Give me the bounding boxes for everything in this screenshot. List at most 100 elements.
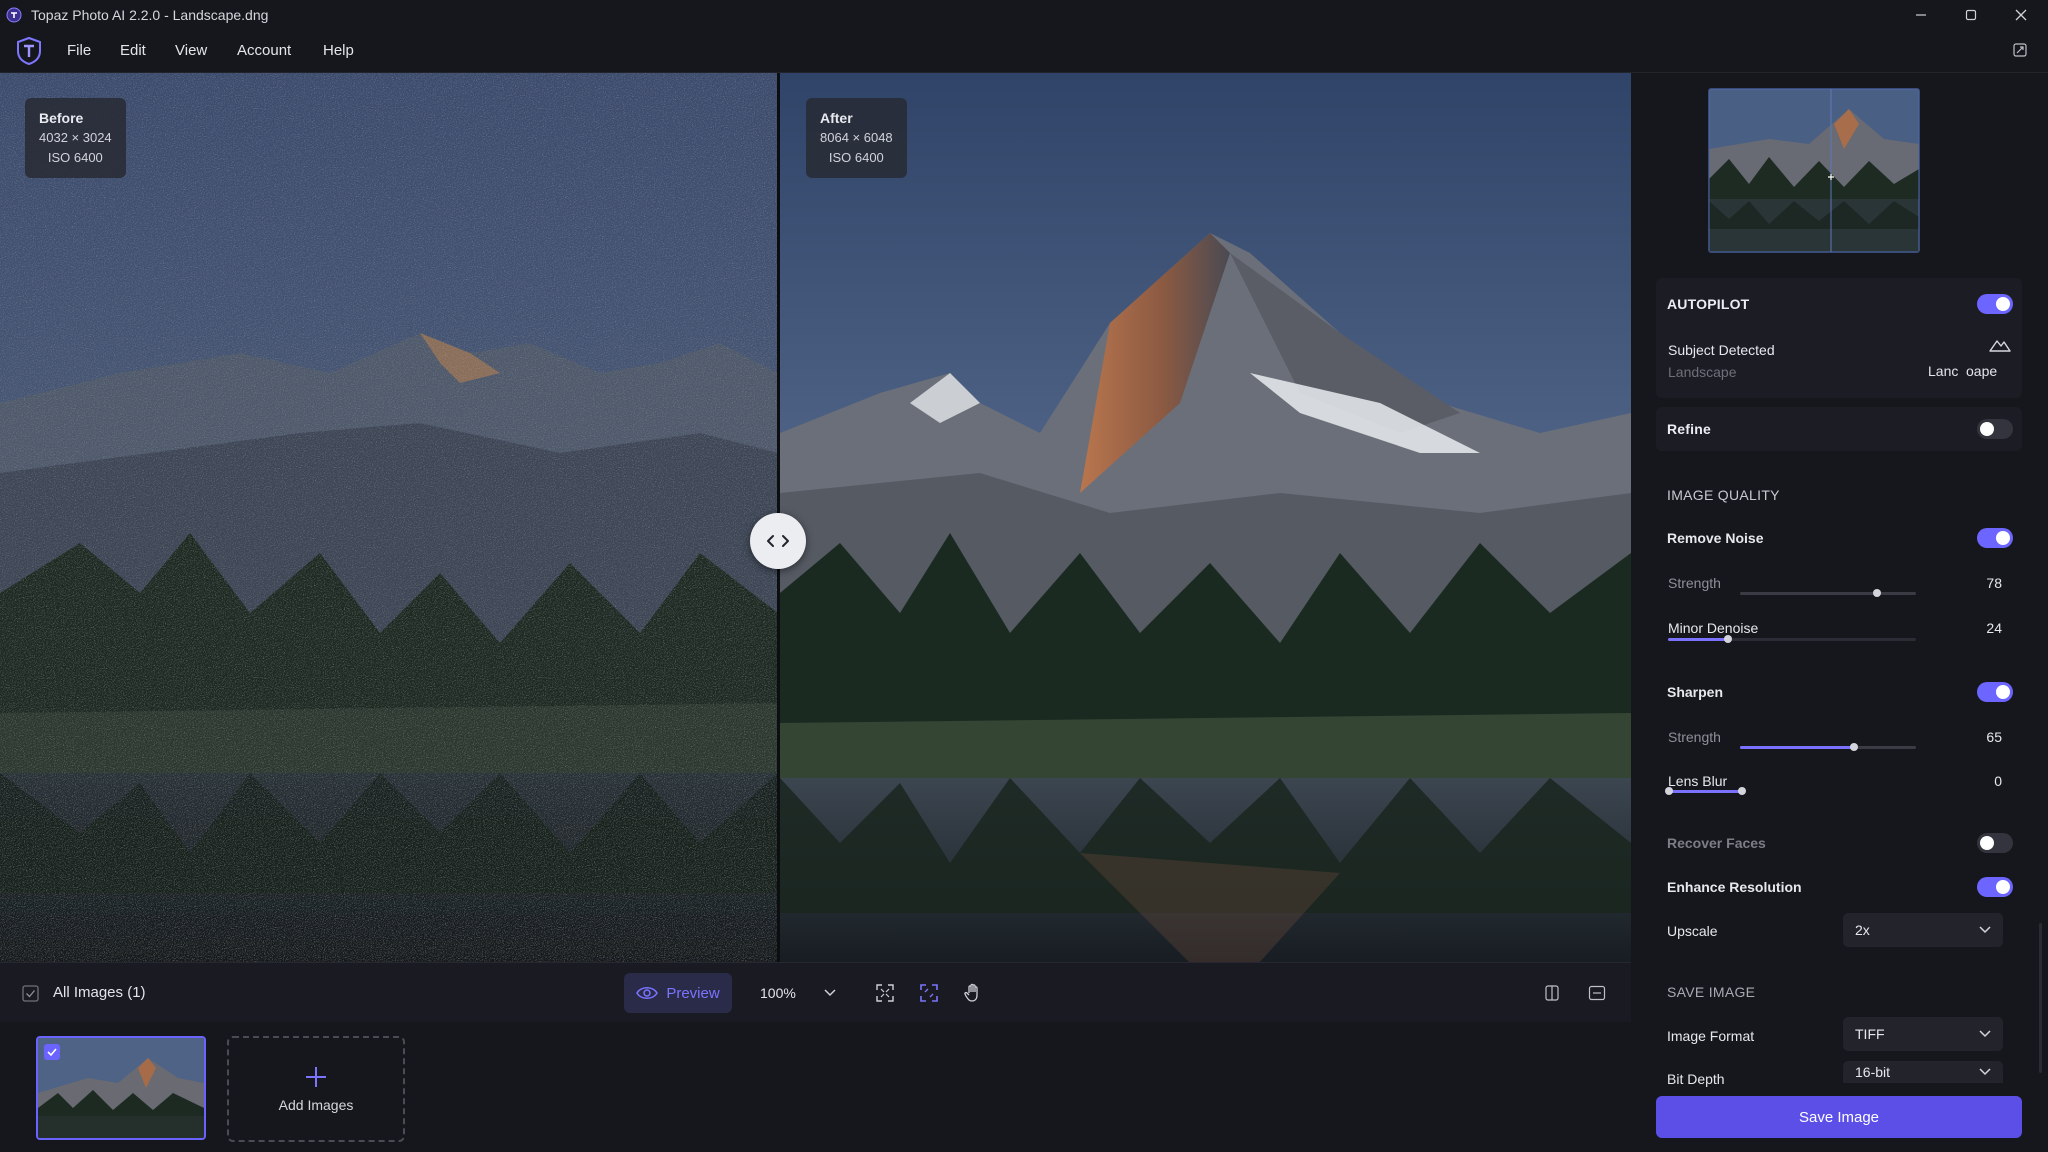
image-format-select[interactable]: TIFF: [1843, 1017, 2003, 1051]
menu-help[interactable]: Help: [323, 42, 354, 59]
sharpen-strength-slider[interactable]: [1740, 743, 1916, 751]
all-images-label[interactable]: All Images (1): [53, 984, 146, 1001]
window-title: Topaz Photo AI 2.2.0 - Landscape.dng: [31, 7, 269, 23]
bit-depth-label: Bit Depth: [1667, 1071, 1725, 1087]
app-icon: [6, 7, 22, 23]
add-images-button[interactable]: Add Images: [227, 1036, 405, 1142]
filmstrip: Add Images: [0, 1022, 1631, 1152]
menu-account[interactable]: Account: [237, 42, 291, 59]
eye-icon: [636, 987, 659, 999]
fit-screen-button[interactable]: [870, 978, 900, 1008]
before-image[interactable]: [0, 73, 778, 962]
after-image[interactable]: [780, 73, 1631, 962]
subject-icon-label-left: Lanc: [1928, 363, 1959, 379]
checkbox-icon[interactable]: [22, 985, 39, 1002]
thumbnail-checkbox[interactable]: [44, 1044, 60, 1060]
minor-denoise-slider[interactable]: [1668, 635, 1916, 643]
lens-blur-label: Lens Blur: [1668, 773, 1728, 789]
before-label: Before 4032 × 3024 ISO 6400: [25, 98, 126, 178]
menu-edit[interactable]: Edit: [120, 42, 146, 59]
split-handle[interactable]: [750, 513, 806, 569]
subject-icon-label-right: oape: [1966, 363, 1998, 379]
compare-button[interactable]: [1537, 978, 1567, 1008]
navigator-image: [1709, 89, 1919, 252]
upscale-label: Upscale: [1667, 923, 1718, 939]
minimize-icon: [1916, 14, 1926, 16]
minor-denoise-value: 24: [1986, 620, 2002, 636]
menu-bar: File Edit View Account Help: [0, 30, 2048, 73]
after-label: After 8064 × 6048 ISO 6400: [806, 98, 907, 178]
close-icon: [2015, 9, 2027, 21]
hand-tool-button[interactable]: [958, 978, 988, 1008]
menu-view[interactable]: View: [175, 42, 207, 59]
save-image-header: SAVE IMAGE: [1667, 984, 1756, 1000]
sharpen-strength-label: Strength: [1668, 729, 1721, 745]
maximize-button[interactable]: [1948, 3, 1994, 27]
chevron-down-icon: [1979, 1068, 1991, 1076]
enhance-resolution-label: Enhance Resolution: [1667, 879, 1802, 895]
enhance-resolution-toggle[interactable]: [1977, 877, 2013, 897]
navigator-preview[interactable]: [1708, 88, 1920, 253]
before-dimensions: 4032 × 3024: [39, 130, 112, 145]
save-image-button[interactable]: Save Image: [1656, 1096, 2022, 1138]
remove-noise-label: Remove Noise: [1667, 530, 1764, 546]
fit-screen-icon: [876, 984, 894, 1002]
hand-icon: [964, 983, 978, 1002]
after-iso: ISO 6400: [828, 150, 884, 165]
image-canvas[interactable]: Before 4032 × 3024 ISO 6400 After 8064 ×…: [0, 73, 1631, 962]
panel-icon: [1588, 985, 1606, 1001]
noise-strength-slider[interactable]: [1740, 589, 1916, 597]
autopilot-label: AUTOPILOT: [1667, 296, 1750, 312]
panel-toggle-button[interactable]: [1582, 978, 1612, 1008]
lens-blur-slider[interactable]: [1665, 787, 1746, 795]
crop-button[interactable]: [914, 978, 944, 1008]
autopilot-card: AUTOPILOT Subject Detected Landscape Lan…: [1656, 278, 2022, 398]
add-images-label: Add Images: [278, 1097, 354, 1113]
crop-icon: [920, 984, 938, 1002]
topaz-logo-icon[interactable]: [15, 36, 43, 66]
after-title: After: [820, 110, 853, 126]
refine-card[interactable]: Refine: [1656, 407, 2022, 451]
lens-blur-knob-left[interactable]: [1665, 787, 1673, 795]
bottom-toolbar: All Images (1) Preview 100%: [0, 962, 1631, 1023]
refine-toggle[interactable]: [1977, 419, 2013, 439]
sharpen-strength-value: 65: [1986, 729, 2002, 745]
recover-faces-toggle[interactable]: [1977, 833, 2013, 853]
image-format-label: Image Format: [1667, 1028, 1755, 1044]
after-dimensions: 8064 × 6048: [820, 130, 893, 145]
minor-denoise-knob[interactable]: [1723, 635, 1732, 643]
recover-faces-label: Recover Faces: [1667, 835, 1766, 851]
restore-icon[interactable]: [2012, 42, 2028, 58]
lens-blur-knob-right[interactable]: [1738, 787, 1746, 795]
close-button[interactable]: [1998, 3, 2044, 27]
subject-detected-label: Subject Detected: [1668, 342, 1775, 358]
sharpen-toggle[interactable]: [1977, 682, 2013, 702]
chevron-down-icon: [1979, 926, 1991, 934]
remove-noise-toggle[interactable]: [1977, 528, 2013, 548]
minimize-button[interactable]: [1898, 3, 1944, 27]
panel-scrollbar[interactable]: [2039, 923, 2042, 1073]
sharpen-strength-knob[interactable]: [1850, 743, 1859, 751]
bit-depth-select[interactable]: 16-bit: [1843, 1061, 2003, 1083]
image-format-value: TIFF: [1855, 1026, 1885, 1042]
preview-button[interactable]: Preview: [624, 973, 732, 1013]
image-thumbnail[interactable]: [36, 1036, 206, 1140]
sharpen-label: Sharpen: [1667, 684, 1724, 700]
before-iso: ISO 6400: [47, 150, 103, 165]
autopilot-toggle[interactable]: [1977, 294, 2013, 314]
noise-strength-value: 78: [1986, 575, 2002, 591]
upscale-select[interactable]: 2x: [1843, 913, 2003, 947]
upscale-value: 2x: [1855, 922, 1870, 938]
chevron-down-icon: [824, 989, 836, 997]
title-bar: Topaz Photo AI 2.2.0 - Landscape.dng: [0, 0, 2048, 30]
split-handle-icon: [767, 535, 789, 547]
check-icon: [47, 1048, 57, 1057]
plus-icon: [306, 1067, 326, 1087]
menu-file[interactable]: File: [67, 42, 91, 59]
zoom-select[interactable]: 100%: [748, 973, 848, 1013]
noise-strength-label: Strength: [1668, 575, 1721, 591]
mountain-icon: [1989, 340, 2011, 352]
settings-panel: AUTOPILOT Subject Detected Landscape Lan…: [1631, 73, 2048, 1152]
refine-label: Refine: [1667, 421, 1711, 437]
noise-strength-knob[interactable]: [1873, 589, 1882, 597]
